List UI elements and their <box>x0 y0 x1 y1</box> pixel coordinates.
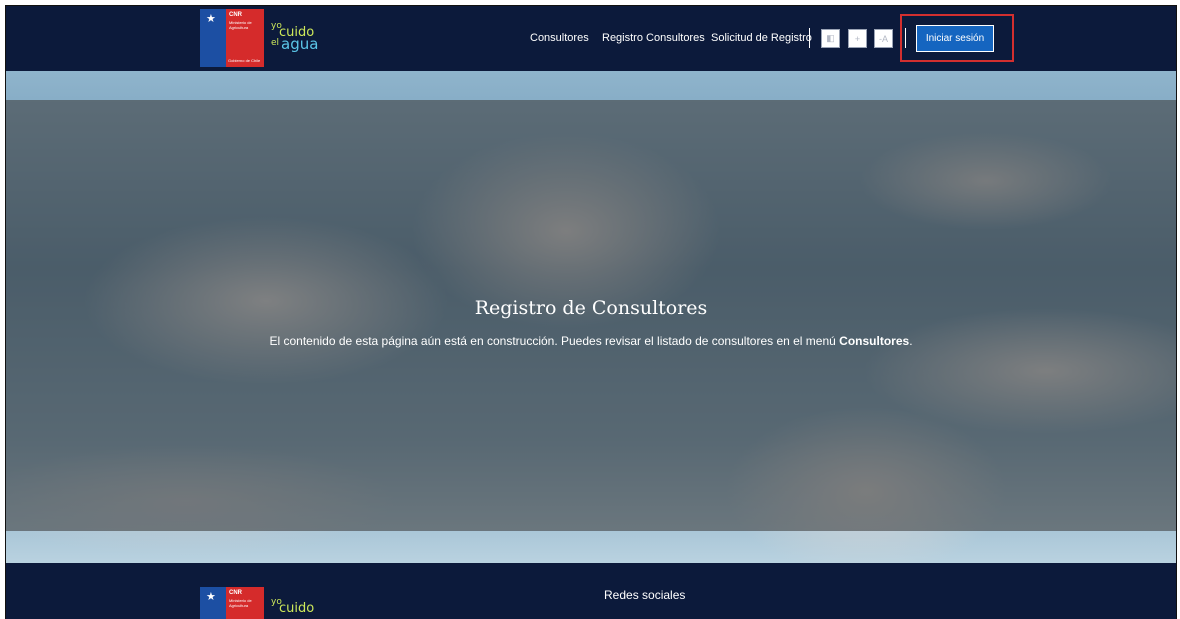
footer-brand-logo[interactable]: yo cuido <box>271 597 341 619</box>
hero-banner: Registro de Consultores El contenido de … <box>6 71 1176 563</box>
social-networks-heading: Redes sociales <box>604 588 686 602</box>
site-footer: ★ CNR Ministerio de Agricultura yo cuido… <box>6 563 1176 619</box>
nav-registro-consultores[interactable]: Registro Consultores <box>602 32 705 44</box>
highlight-box <box>900 14 1014 62</box>
nav-solicitud-de-registro[interactable]: Solicitud de Registro <box>711 32 812 44</box>
font-decrease-button[interactable]: + <box>848 29 867 48</box>
hero-description: El contenido de esta página aún está en … <box>269 334 913 348</box>
nav-consultores[interactable]: Consultores <box>530 32 589 44</box>
consultores-emphasis: Consultores <box>839 334 910 348</box>
font-increase-button[interactable]: -A <box>874 29 893 48</box>
page-title: Registro de Consultores <box>474 297 708 319</box>
main-nav: Consultores Registro Consultores Solicit… <box>6 6 1176 71</box>
page: ★ CNR Ministerio de Agricultura Gobierno… <box>5 5 1177 619</box>
star-icon: ★ <box>206 591 216 603</box>
site-header: ★ CNR Ministerio de Agricultura Gobierno… <box>6 6 1176 71</box>
footer-gobierno-logo[interactable]: ★ CNR Ministerio de Agricultura <box>200 587 264 619</box>
nav-divider <box>809 28 810 48</box>
contrast-toggle-icon[interactable]: ◧ <box>821 29 840 48</box>
